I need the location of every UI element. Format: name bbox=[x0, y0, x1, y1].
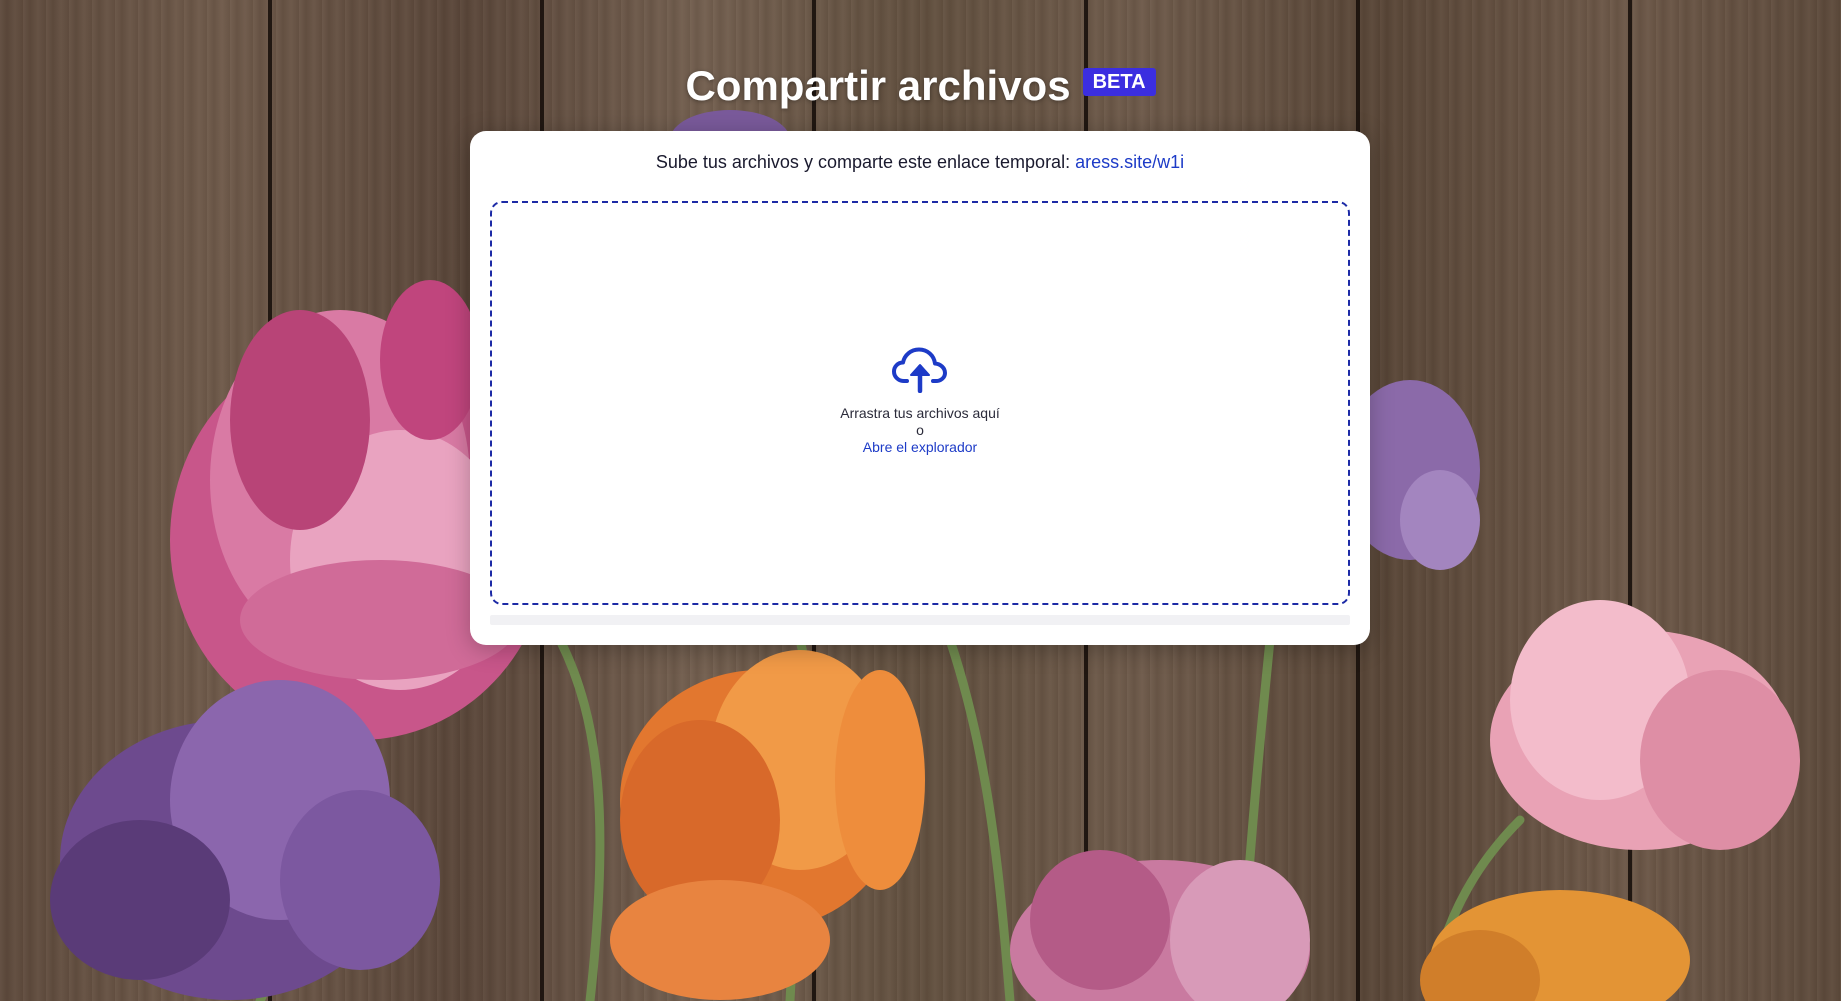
upload-list-area bbox=[490, 615, 1350, 625]
share-instructions: Sube tus archivos y comparte este enlace… bbox=[470, 151, 1370, 173]
cloud-upload-icon bbox=[892, 347, 947, 393]
open-explorer-link[interactable]: Abre el explorador bbox=[492, 439, 1348, 456]
page-background: Compartir archivos BETA Sube tus archivo… bbox=[0, 0, 1841, 1001]
beta-badge: BETA bbox=[1082, 68, 1156, 96]
share-link[interactable]: aress.site/w1i bbox=[1075, 152, 1184, 172]
upload-card: Sube tus archivos y comparte este enlace… bbox=[470, 131, 1370, 645]
page-title: Compartir archivos bbox=[685, 62, 1071, 109]
file-dropzone[interactable]: Arrastra tus archivos aquí o Abre el exp… bbox=[490, 201, 1350, 605]
header: Compartir archivos BETA bbox=[0, 58, 1841, 114]
dropzone-content: Arrastra tus archivos aquí o Abre el exp… bbox=[492, 347, 1348, 456]
drag-instructions: Arrastra tus archivos aquí bbox=[840, 405, 1000, 421]
share-instructions-text: Sube tus archivos y comparte este enlace… bbox=[655, 152, 1071, 172]
or-separator: o bbox=[916, 422, 924, 438]
